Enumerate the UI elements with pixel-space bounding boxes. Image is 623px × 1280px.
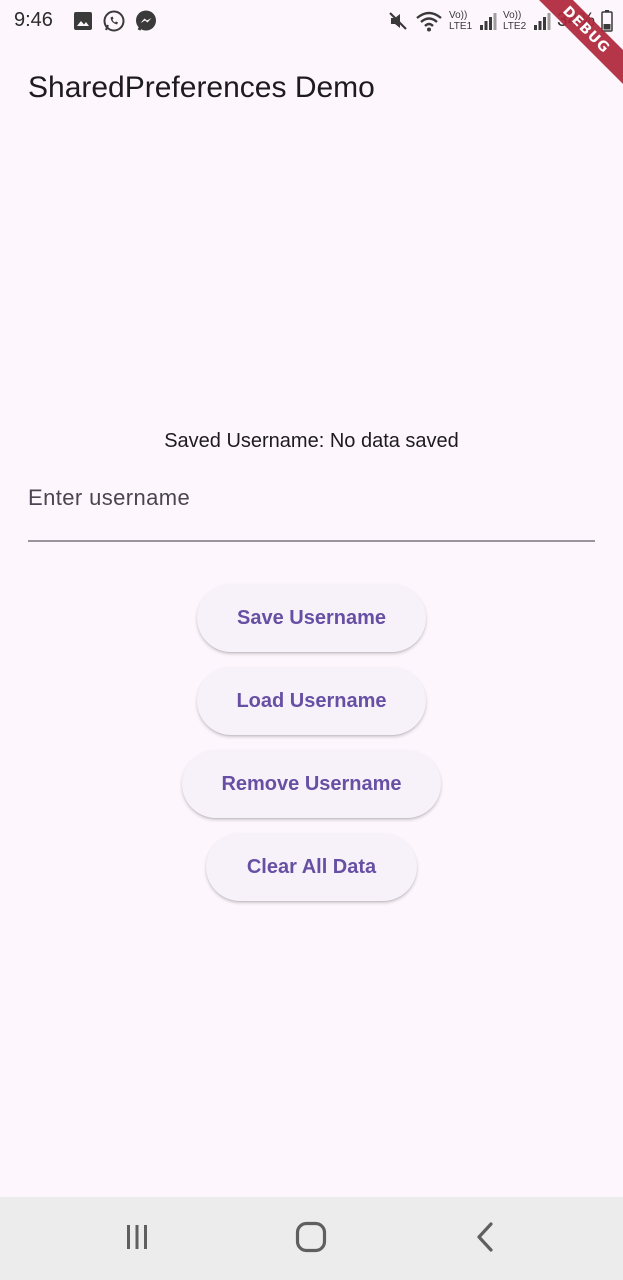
signal-sim1-icon <box>479 11 497 31</box>
recent-apps-icon <box>121 1221 153 1258</box>
sim1-label: Vo)) LTE1 <box>448 10 473 32</box>
whatsapp-icon <box>102 9 126 33</box>
battery-icon <box>601 10 613 32</box>
saved-username-label: Saved Username: No data saved <box>164 430 459 452</box>
app-bar-title: SharedPreferences Demo <box>28 71 375 104</box>
status-time: 9:46 <box>14 9 53 31</box>
wifi-icon <box>415 10 443 32</box>
home-button[interactable] <box>289 1219 333 1259</box>
status-bar: 9:46 Vo)) LTE1 Vo)) LTE2 <box>0 0 623 42</box>
save-username-button[interactable]: Save Username <box>197 584 426 652</box>
username-input[interactable] <box>28 478 595 542</box>
image-icon <box>72 10 94 32</box>
back-icon <box>470 1221 502 1258</box>
notification-icons <box>72 8 158 34</box>
messenger-icon <box>134 9 158 33</box>
signal-sim2-icon <box>533 11 551 31</box>
home-icon <box>294 1220 328 1259</box>
mute-icon <box>387 10 409 32</box>
clear-all-data-button[interactable]: Clear All Data <box>206 833 417 901</box>
back-button[interactable] <box>464 1219 508 1259</box>
remove-username-button[interactable]: Remove Username <box>182 750 441 818</box>
load-username-button[interactable]: Load Username <box>197 667 426 735</box>
system-navigation-bar <box>0 1197 623 1280</box>
sim2-label: Vo)) LTE2 <box>502 10 527 32</box>
recent-apps-button[interactable] <box>115 1219 159 1259</box>
